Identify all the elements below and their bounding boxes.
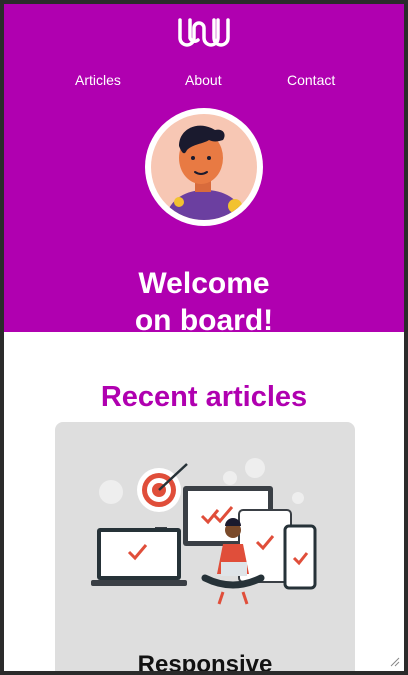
site-logo-icon[interactable] bbox=[174, 12, 234, 54]
avatar-illustration bbox=[151, 114, 257, 220]
avatar bbox=[145, 108, 263, 226]
page: Articles About Contact Welcome on board!… bbox=[4, 4, 404, 671]
nav-link-articles[interactable]: Articles bbox=[75, 72, 121, 88]
recent-articles-title: Recent articles bbox=[100, 381, 308, 414]
article-card[interactable]: Responsive bbox=[55, 422, 355, 671]
target-icon bbox=[137, 463, 188, 512]
main-nav: Articles About Contact bbox=[4, 72, 404, 92]
nav-link-contact[interactable]: Contact bbox=[287, 72, 335, 88]
resize-grip-icon[interactable] bbox=[388, 655, 400, 667]
hero-header: Articles About Contact Welcome on board! bbox=[4, 4, 404, 337]
nav-link-about[interactable]: About bbox=[185, 72, 222, 88]
article-card-title: Responsive bbox=[137, 651, 273, 671]
hero-headline: Welcome on board! bbox=[4, 265, 404, 339]
person-illustration-icon bbox=[165, 125, 245, 220]
headline-line-1: Welcome bbox=[138, 267, 270, 301]
headline-line-2: on board! bbox=[134, 304, 274, 338]
article-illustration bbox=[91, 458, 317, 605]
